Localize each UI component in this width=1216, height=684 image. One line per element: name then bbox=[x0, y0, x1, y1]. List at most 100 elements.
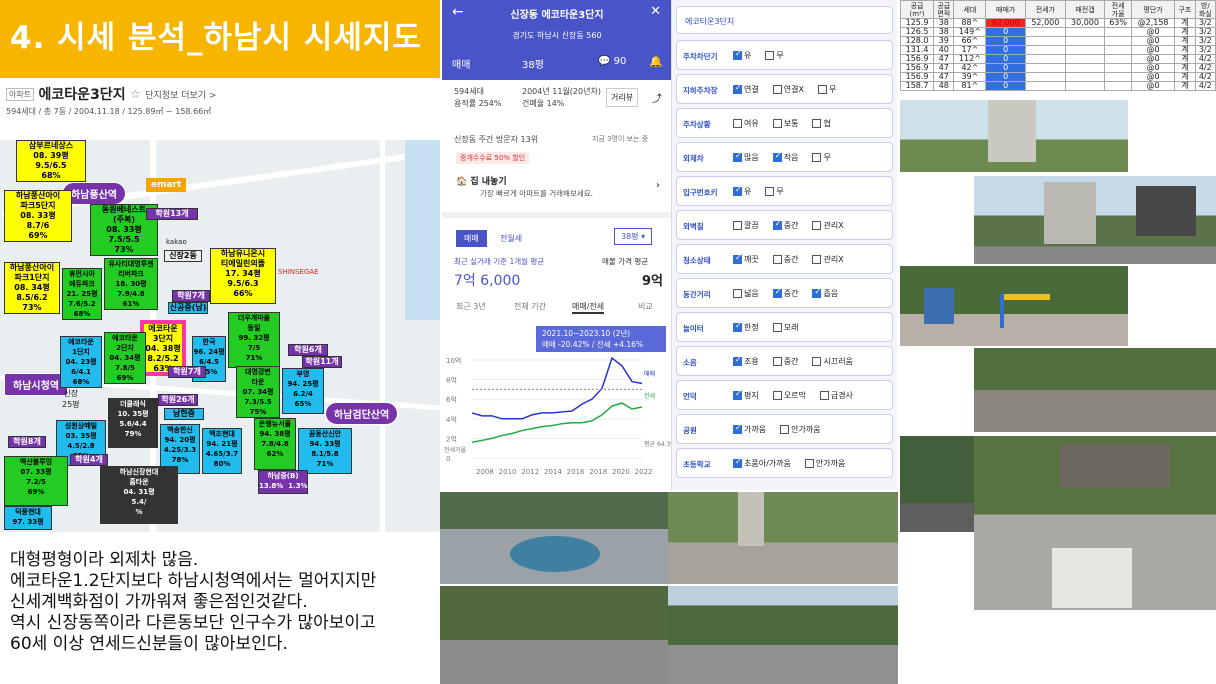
photo-playground bbox=[900, 266, 1128, 346]
period-tab[interactable]: 매매/전세 bbox=[572, 301, 605, 314]
building-ratio: 건폐율 14% bbox=[522, 99, 565, 108]
checkbox[interactable] bbox=[733, 119, 742, 128]
map-label[interactable]: 신장 25평 bbox=[62, 388, 80, 410]
checkbox[interactable] bbox=[733, 221, 742, 230]
checkbox[interactable]: ✓ bbox=[733, 321, 742, 332]
checkbox[interactable]: ✓ bbox=[733, 185, 742, 196]
tab-jeonse[interactable]: 전월세 bbox=[492, 230, 530, 247]
checkbox[interactable] bbox=[772, 357, 782, 366]
map-label[interactable]: 더클래식 10. 35평 5.6/4.4 79% bbox=[108, 398, 158, 448]
street-view-button[interactable]: 거리뷰 bbox=[606, 88, 639, 107]
school-label[interactable]: 학원8개 bbox=[8, 436, 46, 448]
price-map[interactable]: 하남풍산역 하남검단산역 하남시청역 emart kakao SHINSEGAE… bbox=[0, 140, 440, 532]
period-tab[interactable]: 최근 3년 bbox=[456, 301, 486, 312]
table-header: 전세가 bbox=[1025, 0, 1066, 19]
checkbox[interactable]: ✓ bbox=[772, 287, 782, 298]
checkbox[interactable] bbox=[812, 119, 822, 128]
map-label[interactable]: 대명강변 타운 07. 34평 7.3/5.5 75% bbox=[236, 366, 280, 418]
checkbox[interactable] bbox=[812, 221, 822, 230]
checkbox[interactable]: ✓ bbox=[733, 457, 742, 468]
checkbox[interactable]: ✓ bbox=[733, 389, 742, 400]
map-label[interactable]: 유사티대명루젠 리버파크 18. 30평 7.9/4.8 61% bbox=[104, 258, 158, 310]
checkbox[interactable] bbox=[812, 153, 822, 162]
checkbox[interactable]: ✓ bbox=[733, 83, 742, 94]
star-icon[interactable]: ☆ bbox=[130, 87, 141, 101]
checkbox[interactable] bbox=[812, 255, 822, 264]
checkbox[interactable]: ✓ bbox=[733, 49, 742, 60]
school-label[interactable]: 학원7개 bbox=[172, 290, 210, 302]
period-tab[interactable]: 전체 기간 bbox=[514, 301, 546, 312]
map-label[interactable]: 백조현대 94. 21평 4.65/3.7 80% bbox=[202, 428, 242, 474]
price-chart[interactable]: 10억 8억 6억 4억 2억 0 2008 2010 2012 2014 2016 2018 2020… bbox=[442, 354, 672, 480]
map-label[interactable]: 부영 94. 25평 6.2/4 65% bbox=[282, 368, 324, 414]
chevron-right-icon[interactable]: › bbox=[656, 180, 660, 191]
comment-count[interactable]: 💬 90 bbox=[598, 56, 626, 67]
x-tick-label: 2008 bbox=[476, 468, 494, 476]
checkbox[interactable]: ✓ bbox=[772, 219, 782, 230]
checkbox[interactable] bbox=[733, 289, 742, 298]
school-label[interactable]: 학원6개 bbox=[288, 344, 328, 356]
station-hanam-cityhall[interactable]: 하남시청역 bbox=[4, 373, 68, 396]
apt-meta: 594세대 / 총 7동 / 2004.11.18 / 125.89㎡ ~ 15… bbox=[6, 107, 212, 116]
map-label[interactable]: 꿈동산신안 94. 33평 8.1/5.8 71% bbox=[298, 428, 352, 474]
checkbox[interactable] bbox=[765, 51, 775, 60]
checkbox[interactable] bbox=[772, 119, 782, 128]
checkbox[interactable]: ✓ bbox=[812, 287, 822, 298]
checkbox[interactable] bbox=[804, 459, 814, 468]
checkbox[interactable] bbox=[772, 85, 782, 94]
checklist-row: 입구번호키 ✓ 유 무 bbox=[676, 176, 893, 206]
checkbox[interactable] bbox=[772, 255, 782, 264]
fee-badge: 중개수수료 50% 할인 bbox=[456, 152, 530, 164]
school-label[interactable]: 학원4개 bbox=[70, 454, 108, 466]
sell-title[interactable]: 🏠 집 내놓기 bbox=[456, 174, 507, 187]
station-hanam-geomdansan[interactable]: 하남검단산역 bbox=[325, 402, 399, 425]
checkbox[interactable] bbox=[765, 187, 775, 196]
checkbox[interactable]: ✓ bbox=[733, 423, 742, 434]
map-label[interactable]: 더우개마을 동일 99. 32평 7/5 71% bbox=[228, 312, 280, 368]
checkbox[interactable] bbox=[772, 323, 782, 332]
table-cell bbox=[1064, 63, 1106, 73]
map-label[interactable]: 하남풍산아이 파크1단지 08. 34평 8.5/6.2 73% bbox=[4, 262, 60, 314]
map-label[interactable]: 하남유니온시 티에일린의뜰 17. 34평 9.5/6.3 66% bbox=[210, 248, 276, 304]
school-label[interactable]: 학원26개 bbox=[158, 394, 198, 406]
map-label[interactable]: 백산블루밍 07. 33평 7.2/5 69% bbox=[4, 456, 68, 506]
checkbox[interactable]: ✓ bbox=[772, 151, 782, 162]
deal-select[interactable]: 매매 bbox=[452, 56, 470, 71]
map-label[interactable]: 에코타운 2단지 04. 34평 7.8/5 69% bbox=[104, 332, 146, 384]
map-label[interactable]: 하남신장현대 홈타운 04. 31평 5.4/ % bbox=[100, 466, 178, 524]
checkbox[interactable] bbox=[812, 357, 822, 366]
school-label[interactable]: 학원7개 bbox=[168, 366, 206, 378]
school-label[interactable]: 학원11개 bbox=[302, 356, 342, 368]
map-label[interactable]: 은행뉴서울 94. 38평 7.8/4.8 62% bbox=[254, 418, 296, 470]
school-label[interactable]: 신공중(남) bbox=[168, 302, 208, 314]
school-label[interactable]: 학원13개 bbox=[146, 208, 198, 220]
table-cell: 30,000 bbox=[1064, 18, 1106, 28]
checkbox[interactable] bbox=[817, 85, 827, 94]
more-info-link[interactable]: 단지정보 더보기 > bbox=[145, 91, 216, 101]
share-icon[interactable]: ⤴ bbox=[652, 90, 662, 105]
y-tick-label: 4억 bbox=[446, 416, 457, 424]
school-label[interactable]: 남한중 bbox=[164, 408, 204, 420]
checkbox-label: 무 bbox=[823, 153, 831, 162]
checkbox[interactable] bbox=[772, 391, 782, 400]
size-select[interactable]: 38평 bbox=[522, 56, 544, 71]
tab-sale[interactable]: 매매 bbox=[456, 230, 487, 247]
size-dropdown[interactable]: 38평 ▾ bbox=[614, 228, 653, 245]
map-label[interactable]: 덕풍현대 97. 33평 bbox=[4, 506, 52, 530]
map-label[interactable]: 하남중(B) 13.8% 1.3% bbox=[258, 470, 308, 494]
period-tab[interactable]: 비교 bbox=[638, 301, 653, 312]
map-label[interactable]: 삼부르네상스 08. 39평 9.5/6.5 68% bbox=[16, 140, 86, 182]
checkbox[interactable]: ✓ bbox=[733, 355, 742, 366]
checkbox[interactable]: ✓ bbox=[733, 253, 742, 264]
map-label[interactable]: 휴먼시아 에듀파크 21. 25평 7.6/5.2 68% bbox=[62, 268, 102, 320]
ask-price: 9억 bbox=[642, 274, 664, 289]
table-cell bbox=[1025, 45, 1066, 55]
map-label[interactable]: 에코타운 1단지 04. 23평 6/4.1 68% bbox=[60, 336, 102, 388]
checkbox-label: 보통 bbox=[783, 119, 799, 128]
checkbox[interactable] bbox=[819, 391, 829, 400]
bell-icon[interactable]: 🔔 bbox=[649, 55, 663, 68]
table-cell bbox=[1104, 81, 1132, 91]
map-label[interactable]: 하남풍산아이 파크5단지 08. 33평 8.7/6 69% bbox=[4, 190, 72, 242]
checkbox[interactable] bbox=[780, 425, 790, 434]
checkbox[interactable]: ✓ bbox=[733, 151, 742, 162]
